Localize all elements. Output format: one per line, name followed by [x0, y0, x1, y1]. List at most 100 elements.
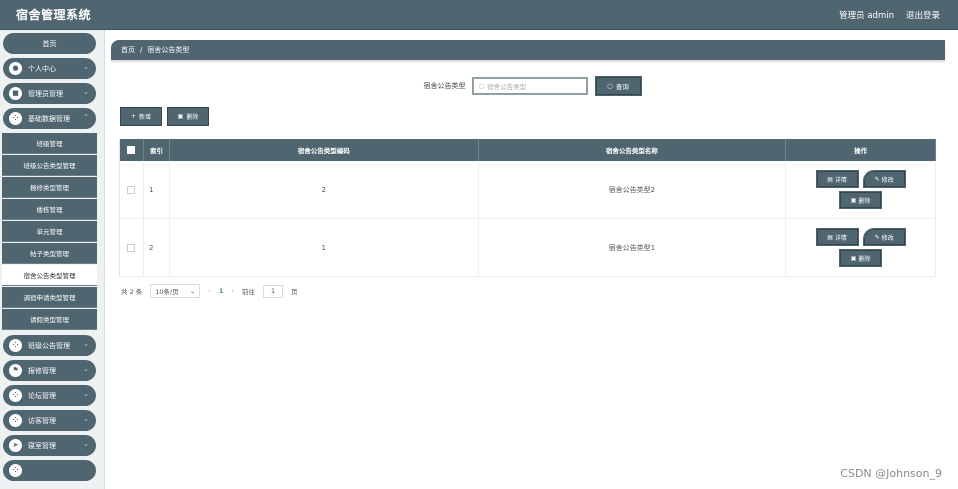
sidebar-subitem-leave-type[interactable]: 请假类型管理 [2, 309, 97, 330]
goto-page-input[interactable]: 1 [263, 284, 284, 298]
edit-button[interactable]: ✎ 修改 [862, 228, 906, 246]
sidebar-subitem-label: 宿舍公告类型管理 [23, 272, 76, 280]
sidebar-item-personal-center[interactable]: ● 个人中心 ⌄ [3, 58, 96, 79]
page-size-select[interactable]: 10条/页 ⌄ [150, 284, 201, 298]
search-placeholder: 宿舍公告类型 [487, 83, 527, 91]
detail-button[interactable]: ▤ 详情 [815, 228, 859, 246]
sidebar-subitem-class[interactable]: 班级管理 [2, 133, 97, 154]
header-ops: 操作 [786, 139, 936, 161]
sidebar-subitem-repair-type[interactable]: 报修类型管理 [2, 177, 97, 198]
sidebar-item-label: 基础数据管理 [28, 114, 70, 123]
search-input[interactable]: ○ 宿舍公告类型 [471, 77, 588, 95]
search-label: 宿舍公告类型 [423, 82, 466, 90]
chevron-down-icon: ⌄ [83, 88, 89, 96]
pagination: 共 2 条 10条/页 ⌄ ‹ 1 › 前往 1 页 [121, 284, 298, 298]
next-page-button[interactable]: › [231, 287, 234, 295]
document-icon: ▤ [827, 175, 833, 183]
sidebar-item-label: 访客管理 [28, 416, 56, 425]
chevron-down-icon: ⌄ [83, 440, 89, 448]
sidebar-subitem-building[interactable]: 楼栋管理 [2, 199, 97, 220]
cell-ops: ▤ 详情 ✎ 修改 ▣ 删除 [786, 219, 936, 276]
cell-ops: ▤ 详情 ✎ 修改 ▣ 删除 [786, 161, 936, 218]
edit-label: 修改 [881, 176, 894, 184]
row-delete-button[interactable]: ▣ 删除 [839, 191, 883, 209]
trash-icon: ▣ [177, 113, 184, 120]
sidebar-item-visitor[interactable]: ⁘ 访客管理 ⌄ [3, 410, 96, 431]
search-icon: ○ [478, 82, 485, 90]
sidebar-item-class-notice[interactable]: ⁘ 班级公告管理 ⌄ [3, 335, 96, 356]
pencil-icon: ✎ [874, 233, 880, 241]
breadcrumb-home[interactable]: 首页 [121, 45, 135, 55]
trash-icon: ▣ [850, 254, 857, 262]
sidebar-subitem-post-type[interactable]: 帖子类型管理 [2, 243, 97, 264]
table-header: 索引 宿舍公告类型编码 宿舍公告类型名称 操作 [120, 139, 936, 161]
grid-icon: ⁘ [9, 464, 22, 477]
page-size-value: 10条/页 [155, 288, 179, 296]
checkbox[interactable] [127, 185, 136, 194]
document-icon: ▤ [827, 233, 833, 241]
checkbox[interactable] [127, 243, 136, 252]
grid-icon: ⁘ [9, 339, 22, 352]
sidebar-item-partial[interactable]: ⁘ [3, 460, 96, 481]
search-icon: ○ [607, 82, 613, 90]
cell-name: 宿舍公告类型2 [479, 161, 787, 218]
sidebar-subitem-transfer-type[interactable]: 调宿申请类型管理 [2, 287, 97, 308]
cell-index: 2 [144, 219, 170, 276]
sidebar-item-label: 首页 [42, 39, 57, 48]
page-number-current[interactable]: 1 [219, 287, 224, 295]
sidebar-item-basic-data[interactable]: ⁘ 基础数据管理 ⌃ [3, 108, 96, 129]
action-row: + 新增 ▣ 删除 [120, 107, 209, 126]
detail-button[interactable]: ▤ 详情 [815, 170, 859, 188]
search-button[interactable]: ○ 查询 [594, 76, 642, 96]
add-button[interactable]: + 新增 [120, 107, 162, 126]
sidebar-subitem-label: 调宿申请类型管理 [23, 294, 76, 302]
header-select-all[interactable] [120, 139, 144, 161]
admin-icon: ■ [9, 87, 22, 100]
op-line: ▤ 详情 ✎ 修改 [815, 228, 906, 246]
sidebar: 首页 ● 个人中心 ⌄ ■ 管理员管理 ⌄ ⁘ 基础数据管理 ⌃ 班级管理 班级… [0, 30, 99, 489]
pencil-icon: ✎ [874, 175, 880, 183]
sidebar-item-forum[interactable]: ⁘ 论坛管理 ⌄ [3, 385, 96, 406]
sidebar-subitem-unit[interactable]: 单元管理 [2, 221, 97, 242]
user-icon: ● [9, 62, 22, 75]
breadcrumb-current: 宿舍公告类型 [147, 46, 190, 54]
sidebar-item-repair[interactable]: ⚑ 报修管理 ⌄ [3, 360, 96, 381]
sidebar-item-label: 寝室管理 [28, 441, 56, 450]
row-delete-button[interactable]: ▣ 删除 [839, 249, 883, 267]
table-row: 1 2 宿舍公告类型2 ▤ 详情 ✎ 修改 ▣ 删除 [120, 161, 936, 219]
sidebar-item-label: 管理员管理 [28, 89, 63, 98]
sidebar-item-label: 报修管理 [28, 366, 56, 375]
page-unit: 页 [291, 288, 298, 296]
user-label[interactable]: 管理员 admin [839, 9, 894, 21]
row-select[interactable] [120, 161, 144, 218]
grid-icon: ⁘ [9, 389, 22, 402]
sidebar-item-room[interactable]: ➤ 寝室管理 ⌄ [3, 435, 96, 456]
edit-button[interactable]: ✎ 修改 [862, 170, 906, 188]
table-row: 2 1 宿舍公告类型1 ▤ 详情 ✎ 修改 ▣ 删除 [120, 219, 936, 277]
grid-icon: ⁘ [9, 414, 22, 427]
logout-link[interactable]: 退出登录 [906, 9, 940, 21]
sidebar-subitem-class-notice-type[interactable]: 班级公告类型管理 [2, 155, 97, 176]
sidebar-item-admin-management[interactable]: ■ 管理员管理 ⌄ [3, 83, 96, 104]
sidebar-item-home[interactable]: 首页 [3, 33, 96, 54]
header-index: 索引 [144, 139, 170, 161]
row-delete-label: 删除 [858, 197, 871, 205]
checkbox[interactable] [127, 146, 136, 154]
row-select[interactable] [120, 219, 144, 276]
sidebar-subitem-dorm-notice-type[interactable]: 宿舍公告类型管理 [2, 265, 97, 286]
chevron-down-icon: ⌄ [189, 287, 196, 295]
top-right-area: 管理员 admin 退出登录 [839, 9, 940, 21]
app-title: 宿舍管理系统 [16, 8, 92, 22]
sidebar-item-label: 个人中心 [28, 64, 56, 73]
sidebar-subitem-label: 报修类型管理 [30, 184, 69, 192]
detail-label: 详情 [834, 176, 847, 184]
op-line: ▤ 详情 ✎ 修改 [815, 170, 906, 188]
cell-code: 2 [170, 161, 479, 218]
prev-page-button[interactable]: ‹ [208, 287, 211, 295]
send-icon: ➤ [9, 439, 22, 452]
batch-delete-button[interactable]: ▣ 删除 [167, 107, 209, 126]
flag-icon: ⚑ [9, 364, 22, 377]
row-delete-label: 删除 [858, 255, 871, 263]
main-content: 首页 / 宿舍公告类型 宿舍公告类型 ○ 宿舍公告类型 ○ 查询 + 新增 ▣ … [104, 30, 958, 489]
cell-index: 1 [144, 161, 170, 218]
